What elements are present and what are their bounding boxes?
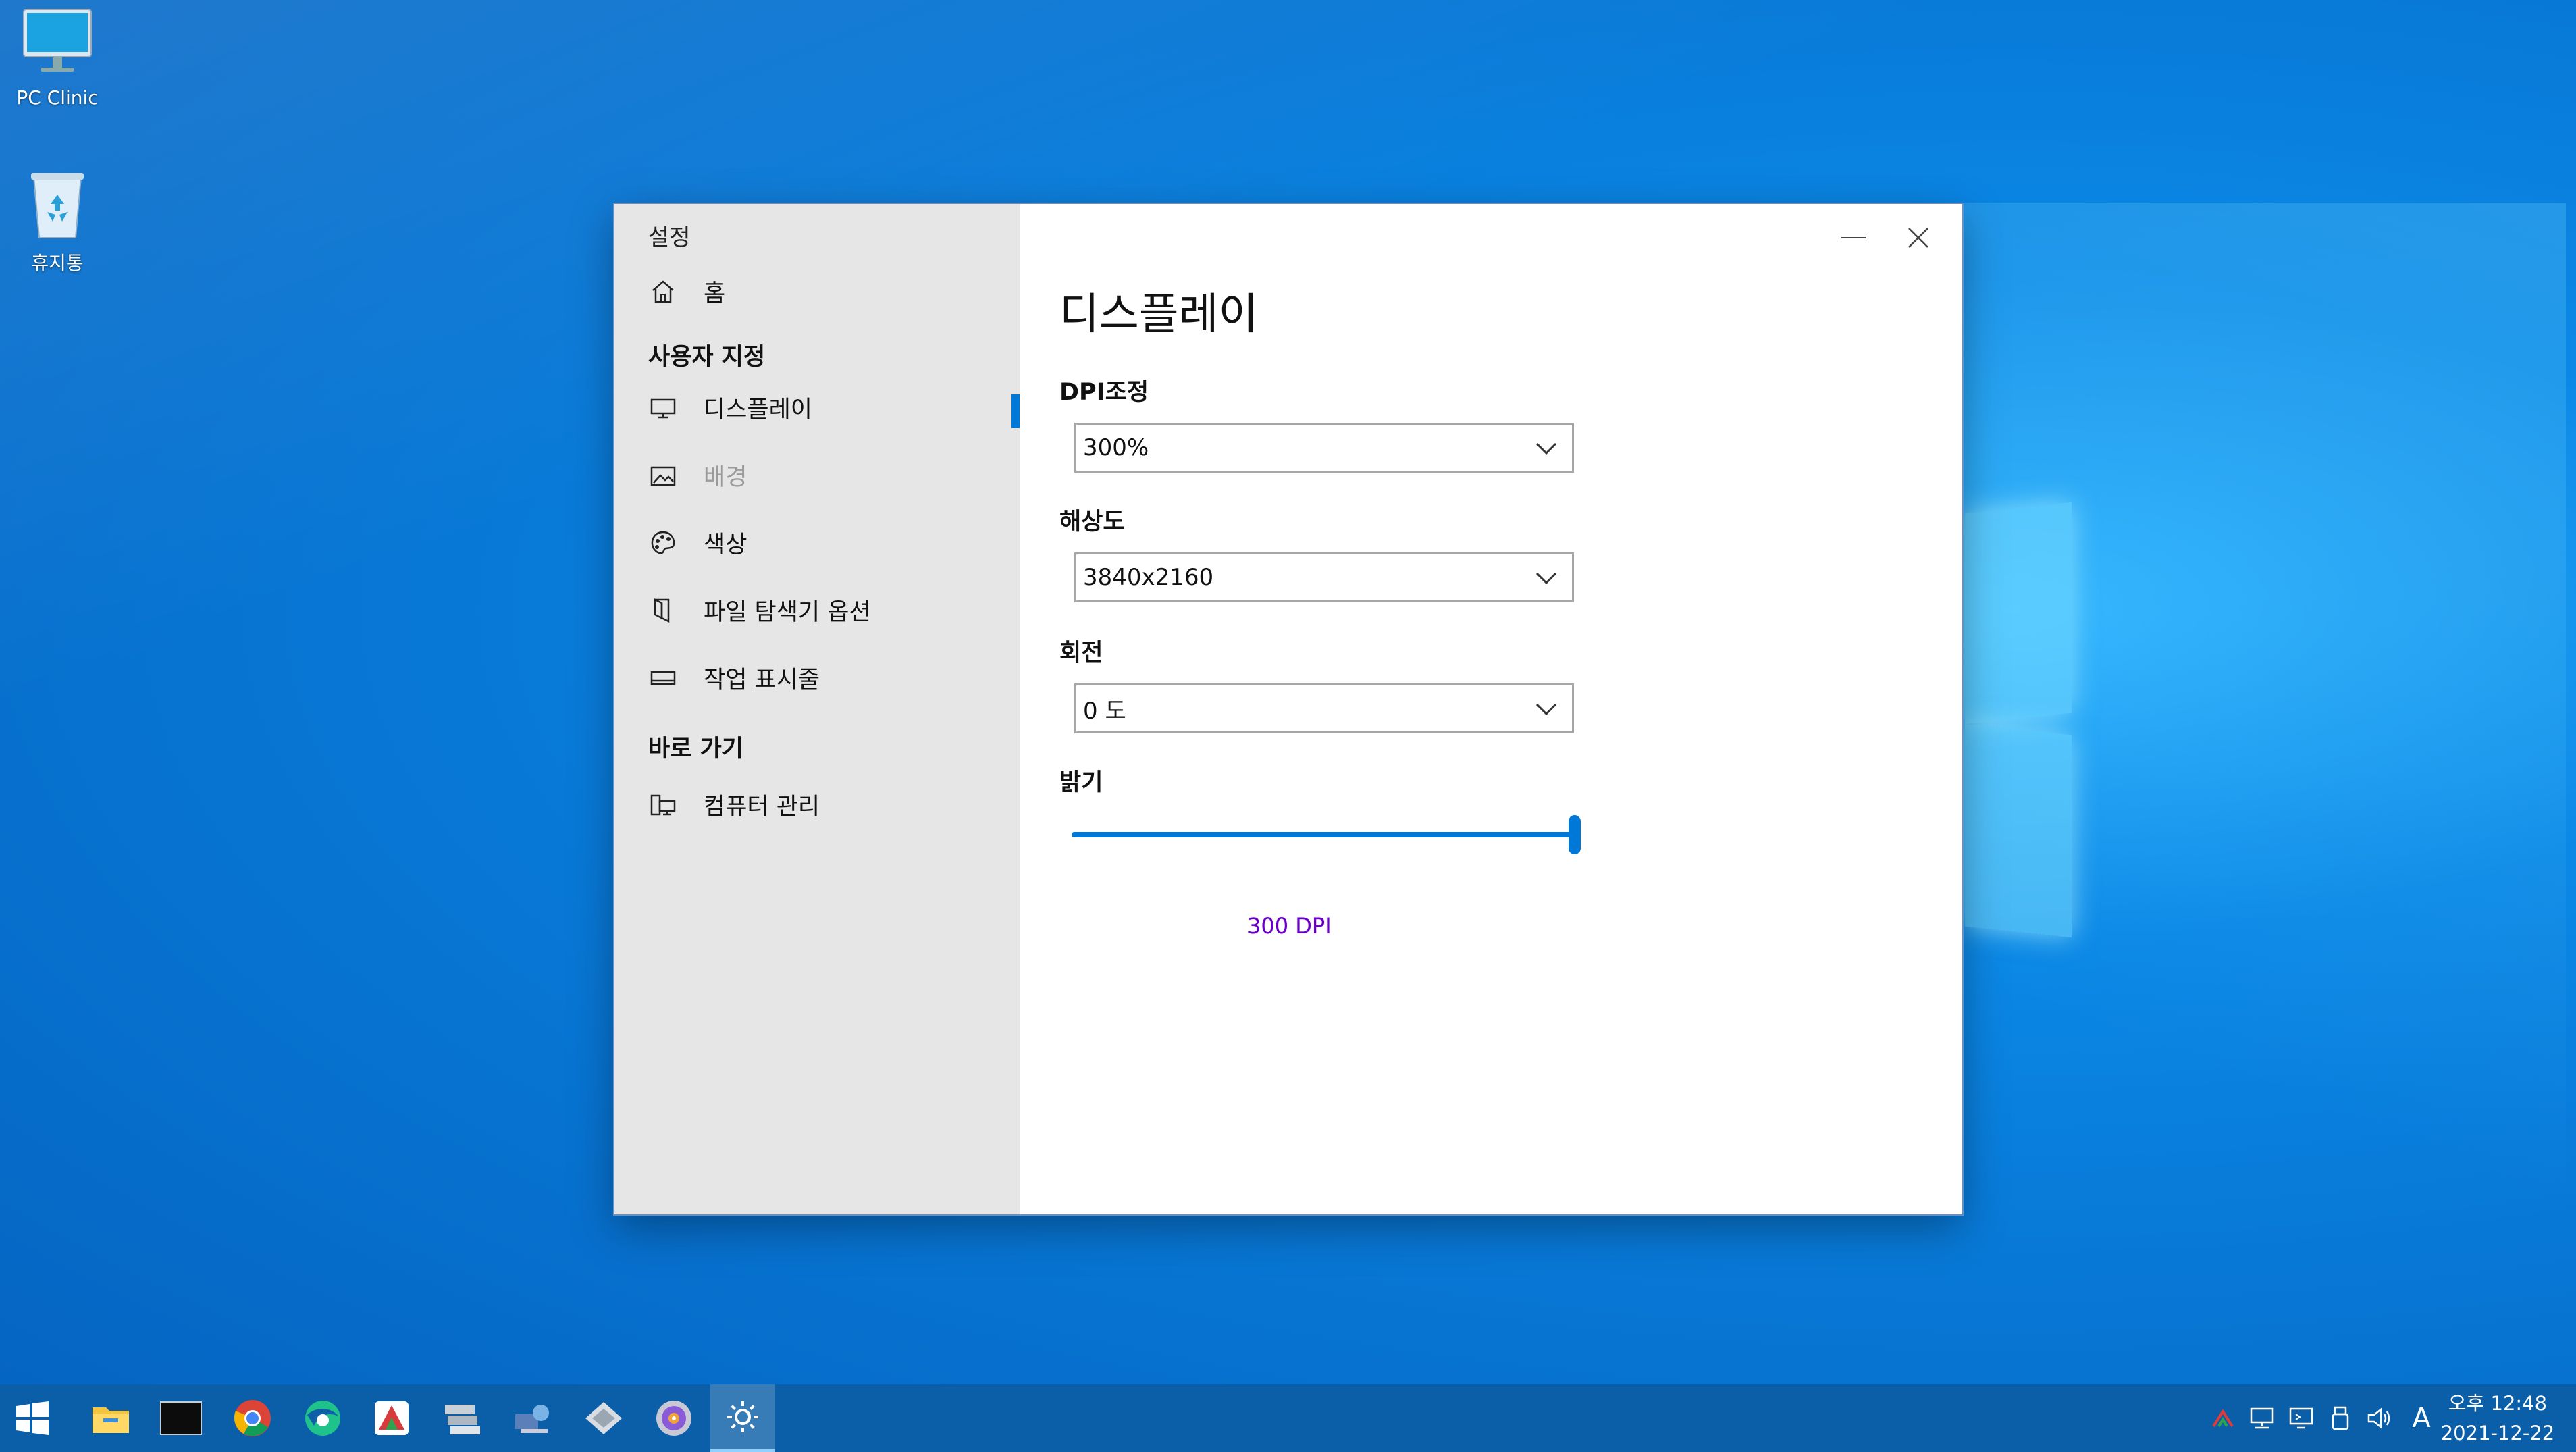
volume-icon (2367, 1407, 2390, 1429)
sidebar-item-file-explorer-options[interactable]: 파일 탐색기 옵션 (648, 593, 871, 627)
file-explorer-icon (93, 1407, 129, 1433)
dpi-label: DPI조정 (1059, 379, 1149, 406)
display-icon (2289, 1407, 2313, 1429)
close-icon (1908, 228, 1928, 248)
resolution-value: 3840x2160 (1083, 564, 1214, 591)
dpi-value: 300% (1083, 434, 1149, 461)
palette-icon (648, 528, 678, 558)
media-icon (656, 1401, 691, 1436)
terminal-icon (160, 1401, 202, 1435)
drive-tool-icon (445, 1405, 480, 1434)
sidebar-item-label: 파일 탐색기 옵션 (704, 599, 871, 626)
taskbar-network-tool[interactable] (500, 1384, 564, 1452)
sidebar: 설정 홈 사용자 지정 디스플레이 배경 색상 파일 탐색기 옵션 작업 표시줄… (614, 204, 1020, 1214)
network-icon (2250, 1407, 2274, 1429)
taskbar-terminal[interactable] (149, 1384, 213, 1452)
minimize-icon (1841, 237, 1866, 238)
sidebar-item-taskbar[interactable]: 작업 표시줄 (648, 660, 820, 695)
start-icon (16, 1401, 49, 1435)
disk-tool-icon (585, 1402, 622, 1434)
chevron-down-icon (1535, 703, 1557, 716)
page-title: 디스플레이 (1059, 290, 1259, 340)
sidebar-item-label: 디스플레이 (704, 396, 813, 423)
sidebar-item-label: 배경 (704, 464, 747, 491)
sidebar-item-home[interactable]: 홈 (648, 274, 725, 309)
sidebar-item-label: 작업 표시줄 (704, 667, 820, 694)
tray-up-arrow[interactable] (2204, 1384, 2242, 1452)
start-button[interactable] (0, 1384, 65, 1452)
taskbar-settings[interactable] (710, 1384, 775, 1452)
desktop-icon-label: 휴지통 (31, 252, 84, 274)
close-button[interactable] (1888, 217, 1949, 258)
resolution-label: 해상도 (1059, 509, 1125, 536)
sidebar-item-computer-management[interactable]: 컴퓨터 관리 (648, 787, 820, 822)
chevron-down-icon (1535, 442, 1557, 455)
rotation-dropdown[interactable]: 0 도 (1074, 683, 1574, 733)
usb-icon (2332, 1406, 2349, 1430)
monitor-icon (20, 5, 95, 80)
rotation-label: 회전 (1059, 640, 1103, 667)
clock-date: 2021-12-22 (2440, 1422, 2555, 1445)
main-content: 디스플레이 DPI조정 300% 해상도 3840x2160 회전 0 도 밝기… (1020, 204, 1962, 1214)
dpi-dropdown[interactable]: 300% (1074, 423, 1574, 473)
browser-icon (305, 1401, 340, 1436)
sidebar-item-background[interactable]: 배경 (648, 458, 747, 492)
chrome-icon (234, 1400, 271, 1436)
sidebar-item-label: 색상 (704, 531, 747, 559)
tray-usb[interactable] (2321, 1384, 2359, 1452)
taskbar-chrome[interactable] (220, 1384, 285, 1452)
brightness-slider[interactable] (1072, 815, 1581, 856)
desktop-icon-label: PC Clinic (16, 86, 99, 109)
resolution-dropdown[interactable]: 3840x2160 (1074, 552, 1574, 602)
sidebar-item-label: 컴퓨터 관리 (704, 794, 820, 821)
sidebar-item-colors[interactable]: 색상 (648, 525, 747, 560)
taskbar-disk-tool[interactable] (571, 1384, 636, 1452)
app-title: 설정 (648, 224, 691, 251)
taskbar-drive-tool[interactable] (429, 1384, 494, 1452)
sidebar-item-label: 홈 (704, 280, 726, 307)
brightness-label: 밝기 (1059, 769, 1103, 796)
section-shortcuts-heading: 바로 가기 (648, 735, 743, 762)
tray-volume[interactable] (2361, 1384, 2398, 1452)
settings-icon (727, 1401, 758, 1432)
monitor-icon (648, 393, 678, 423)
home-icon (648, 277, 678, 307)
recycle-bin-icon (20, 167, 95, 242)
taskbar-app[interactable] (359, 1384, 424, 1452)
slider-thumb[interactable] (1569, 815, 1581, 854)
taskbar-clock[interactable]: 오후 12:48 2021-12-22 (2430, 1389, 2565, 1448)
taskbar-file-explorer[interactable] (78, 1384, 143, 1452)
taskbar: A 오후 12:48 2021-12-22 (0, 1384, 2576, 1452)
computer-management-icon (648, 790, 678, 820)
network-tool-icon (515, 1405, 549, 1433)
image-icon (648, 461, 678, 490)
dpi-note: 300 DPI (1247, 913, 1332, 939)
tray-display[interactable] (2282, 1384, 2320, 1452)
taskbar-media[interactable] (641, 1384, 706, 1452)
tray-app-icon (2212, 1409, 2234, 1428)
minimize-button[interactable] (1823, 217, 1884, 258)
app-icon (375, 1401, 409, 1435)
clock-time: 오후 12:48 (2448, 1392, 2548, 1415)
selected-indicator (1011, 394, 1020, 428)
desktop-icon-recycle-bin[interactable]: 휴지통 (0, 167, 115, 276)
sidebar-item-display[interactable]: 디스플레이 (648, 390, 812, 425)
rotation-value: 0 도 (1083, 697, 1126, 725)
folder-options-icon (648, 596, 678, 625)
section-personalize-heading: 사용자 지정 (648, 344, 766, 371)
tray-network[interactable] (2243, 1384, 2281, 1452)
settings-window: 설정 홈 사용자 지정 디스플레이 배경 색상 파일 탐색기 옵션 작업 표시줄… (614, 204, 1962, 1214)
slider-fill (1072, 832, 1575, 837)
taskbar-icon (648, 663, 678, 693)
desktop-icon-pc-clinic[interactable]: PC Clinic (0, 5, 115, 109)
chevron-down-icon (1535, 572, 1557, 585)
taskbar-browser[interactable] (290, 1384, 355, 1452)
